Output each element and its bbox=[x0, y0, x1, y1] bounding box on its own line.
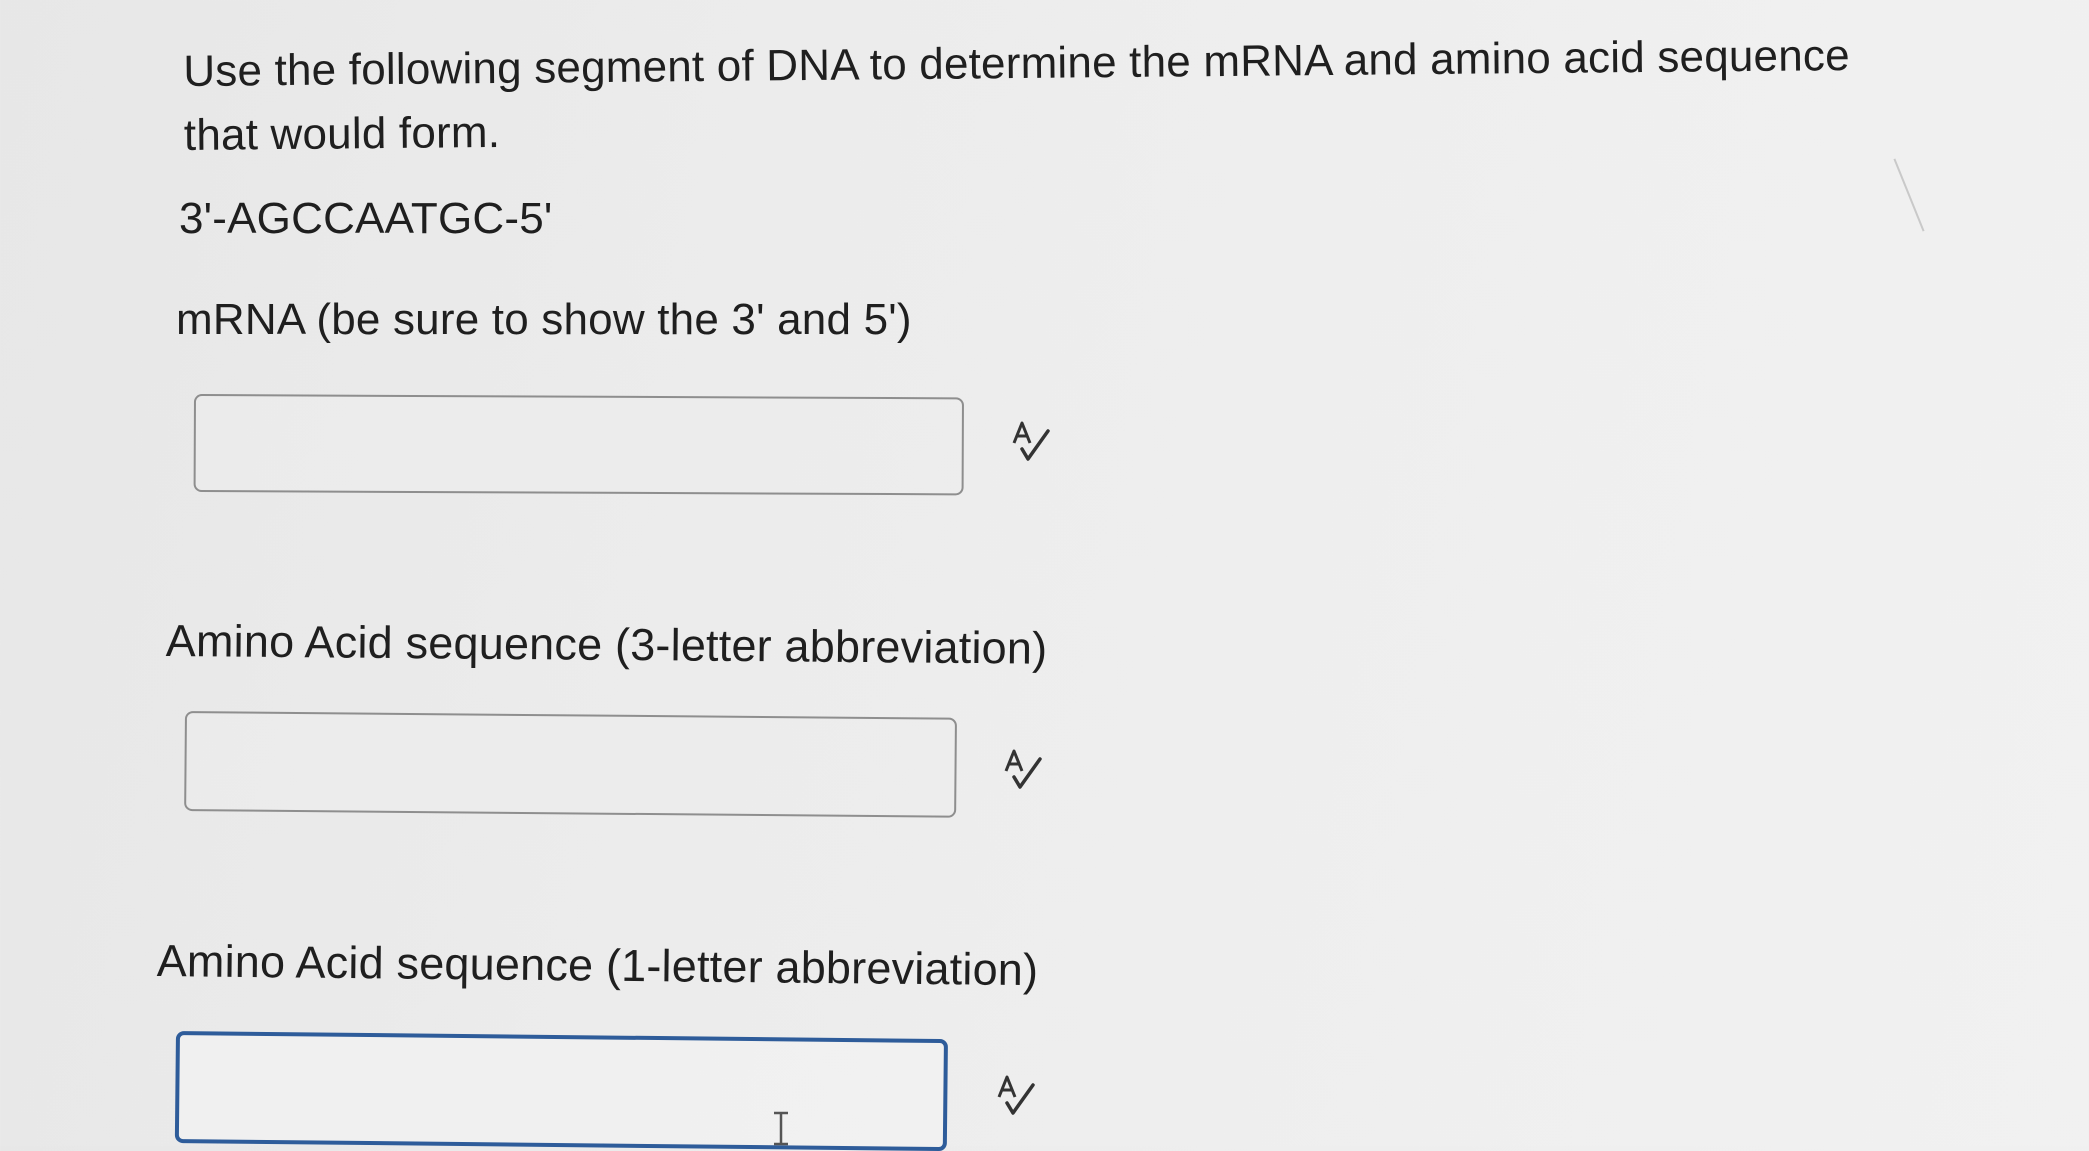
mrna-input[interactable] bbox=[193, 394, 964, 496]
amino-acid-3-letter-input[interactable] bbox=[184, 711, 957, 818]
question-page: Use the following segment of DNA to dete… bbox=[0, 0, 2089, 1151]
spellcheck-icon[interactable] bbox=[1008, 419, 1054, 465]
spellcheck-icon[interactable] bbox=[993, 1073, 1039, 1119]
amino-acid-3-letter-label: Amino Acid sequence (3-letter abbreviati… bbox=[165, 615, 1048, 674]
screen-glare-mark bbox=[1893, 158, 1925, 232]
amino-acid-1-letter-label: Amino Acid sequence (1-letter abbreviati… bbox=[156, 935, 1039, 996]
question-prompt: Use the following segment of DNA to dete… bbox=[183, 23, 1984, 168]
mrna-label: mRNA (be sure to show the 3' and 5') bbox=[176, 295, 912, 344]
amino-acid-1-letter-input[interactable] bbox=[174, 1031, 948, 1151]
spellcheck-icon[interactable] bbox=[1000, 747, 1046, 793]
dna-sequence: 3'-AGCCAATGC-5' bbox=[179, 194, 553, 243]
text-cursor-icon bbox=[771, 1111, 791, 1146]
